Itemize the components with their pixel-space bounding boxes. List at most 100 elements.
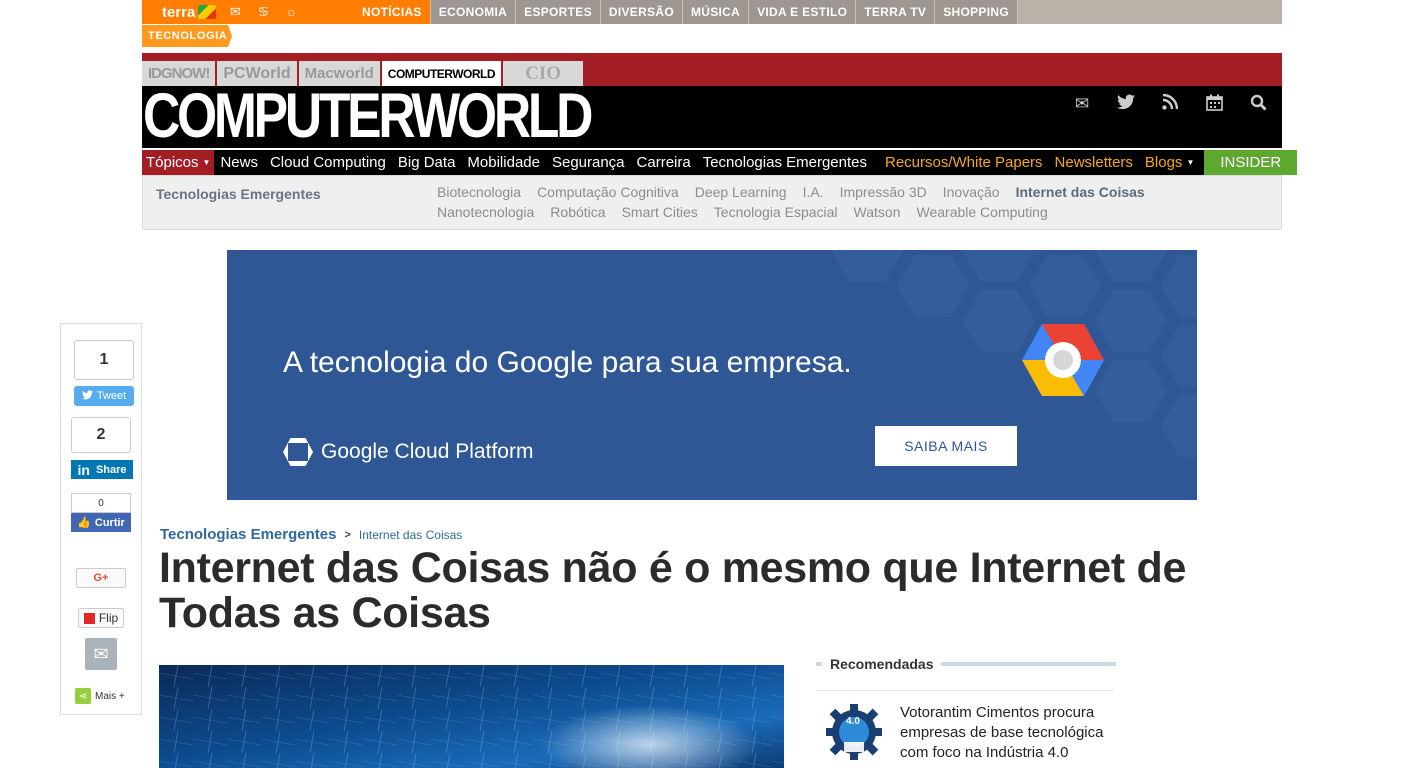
terra-nav: NOTÍCIAS ECONOMIA ESPORTES DIVERSÃO MÚSI… bbox=[354, 0, 1018, 24]
breadcrumb-separator: > bbox=[344, 528, 351, 541]
nav-recursos-white-papers[interactable]: Recursos/White Papers bbox=[879, 150, 1049, 175]
tweet-count: 1 bbox=[74, 340, 134, 380]
hex-pattern bbox=[1095, 250, 1167, 282]
caret-down-icon: ▼ bbox=[202, 158, 211, 167]
share-icon: ⋖ bbox=[75, 688, 91, 704]
mail-icon[interactable]: ✉ bbox=[226, 5, 244, 19]
google-plus-button[interactable]: G+ bbox=[76, 568, 126, 588]
recommended-item-title[interactable]: Votorantim Cimentos procura empresas de … bbox=[900, 703, 1120, 763]
calendar-icon[interactable] bbox=[1202, 94, 1226, 114]
header-icons: ✉ bbox=[1070, 93, 1270, 114]
terra-nav-vida-e-estilo[interactable]: VIDA E ESTILO bbox=[749, 0, 857, 24]
search-icon[interactable] bbox=[1246, 94, 1270, 114]
tweet-button[interactable]: Tweet bbox=[74, 386, 134, 406]
hex-pattern bbox=[1161, 325, 1197, 387]
subnav-link-biotecnologia[interactable]: Biotecnologia bbox=[437, 184, 521, 201]
subnav-link-computacao-cognitiva[interactable]: Computação Cognitiva bbox=[537, 184, 679, 201]
tweet-label: Tweet bbox=[96, 390, 127, 402]
rec-thumb-badge: 4.0 bbox=[846, 716, 860, 727]
subnav-link-inovacao[interactable]: Inovação bbox=[943, 184, 1000, 201]
facebook-count: 0 bbox=[71, 493, 131, 513]
weather-icon[interactable]: ☼ bbox=[282, 5, 300, 19]
subnav-title[interactable]: Tecnologias Emergentes bbox=[156, 186, 321, 202]
heading-bar bbox=[941, 662, 1116, 666]
terra-nav-shopping[interactable]: SHOPPING bbox=[935, 0, 1018, 24]
subnav-link-nanotecnologia[interactable]: Nanotecnologia bbox=[437, 204, 534, 221]
google-cloud-logo-icon bbox=[1022, 324, 1104, 396]
nav-topicos-label: Tópicos bbox=[146, 154, 199, 171]
nav-insider[interactable]: INSIDER bbox=[1202, 150, 1298, 175]
facebook-like-label: Curtir bbox=[94, 516, 125, 529]
nav-blogs-label: Blogs bbox=[1144, 154, 1183, 171]
subnav-link-deep-learning[interactable]: Deep Learning bbox=[695, 184, 787, 201]
subnav-link-watson[interactable]: Watson bbox=[854, 204, 901, 221]
terra-logo[interactable]: terra bbox=[162, 4, 217, 21]
horoscope-icon[interactable]: ♋ bbox=[254, 5, 272, 19]
linkedin-count: 2 bbox=[71, 417, 131, 453]
subnav-links: Biotecnologia Computação Cognitiva Deep … bbox=[437, 184, 1237, 221]
linkedin-share-label: Share bbox=[95, 463, 127, 476]
nav-carreira[interactable]: Carreira bbox=[631, 150, 697, 175]
breadcrumb: Tecnologias Emergentes > Internet das Co… bbox=[160, 526, 462, 543]
terra-nav-diversao[interactable]: DIVERSÃO bbox=[600, 0, 683, 24]
nav-newsletters[interactable]: Newsletters bbox=[1049, 150, 1139, 175]
ad-headline[interactable]: A tecnologia do Google para sua empresa. bbox=[283, 346, 852, 380]
subnav-link-ia[interactable]: I.A. bbox=[803, 184, 824, 201]
industry-4-gear-icon[interactable] bbox=[818, 704, 890, 760]
terra-logo-block: terra ✉ ♋ ☼ bbox=[142, 0, 354, 24]
hex-pattern bbox=[1095, 360, 1167, 422]
hex-pattern bbox=[963, 250, 1035, 282]
email-share-button[interactable]: ✉ bbox=[85, 638, 117, 670]
facebook-like-button[interactable]: 👍 Curtir bbox=[71, 513, 131, 532]
terra-nav-terra-tv[interactable]: TERRA TV bbox=[856, 0, 936, 24]
hex-pattern bbox=[831, 250, 903, 282]
ad-brand-label: Google Cloud Platform bbox=[321, 440, 534, 463]
more-label: Mais + bbox=[95, 690, 125, 702]
hex-pattern bbox=[897, 255, 969, 317]
more-share-button[interactable]: ⋖ Mais + bbox=[75, 688, 125, 704]
article-title: Internet das Coisas não é o mesmo que In… bbox=[159, 544, 1187, 637]
subnav-link-smart-cities[interactable]: Smart Cities bbox=[622, 204, 698, 221]
hex-pattern bbox=[1161, 255, 1197, 317]
mail-icon[interactable]: ✉ bbox=[1070, 94, 1094, 114]
linkedin-share-button[interactable]: in Share bbox=[71, 460, 133, 479]
nav-big-data[interactable]: Big Data bbox=[392, 150, 462, 175]
section-tab-tecnologia[interactable]: TECNOLOGIA bbox=[142, 25, 232, 47]
breadcrumb-section[interactable]: Tecnologias Emergentes bbox=[160, 526, 336, 543]
terra-nav-musica[interactable]: MÚSICA bbox=[682, 0, 750, 24]
recommended-label: Recomendadas bbox=[830, 656, 934, 672]
terra-top-bar: terra ✉ ♋ ☼ NOTÍCIAS ECONOMIA ESPORTES D… bbox=[142, 0, 1282, 24]
nav-cloud-computing[interactable]: Cloud Computing bbox=[264, 150, 392, 175]
nav-topicos[interactable]: Tópicos ▼ bbox=[142, 150, 215, 175]
subnav-link-robotica[interactable]: Robótica bbox=[550, 204, 605, 221]
site-logo[interactable]: COMPUTERWORLD bbox=[143, 82, 593, 150]
breadcrumb-topic[interactable]: Internet das Coisas bbox=[359, 528, 462, 542]
caret-down-icon: ▼ bbox=[1186, 158, 1195, 167]
rss-icon[interactable] bbox=[1158, 93, 1182, 114]
twitter-icon[interactable] bbox=[1114, 94, 1138, 114]
nav-news[interactable]: News bbox=[214, 150, 264, 175]
hex-pattern bbox=[1029, 255, 1101, 317]
hex-pattern bbox=[1095, 290, 1167, 352]
subnav-link-wearable-computing[interactable]: Wearable Computing bbox=[917, 204, 1048, 221]
ad-brand[interactable]: Google Cloud Platform bbox=[283, 438, 533, 466]
nav-blogs[interactable]: Blogs ▼ bbox=[1139, 150, 1200, 175]
subnav-link-impressao-3d[interactable]: Impressão 3D bbox=[840, 184, 927, 201]
nav-seguranca[interactable]: Segurança bbox=[546, 150, 631, 175]
terra-nav-esportes[interactable]: ESPORTES bbox=[516, 0, 601, 24]
subnav-link-internet-das-coisas[interactable]: Internet das Coisas bbox=[1016, 184, 1145, 201]
terra-cube-icon bbox=[198, 5, 217, 19]
subnav-link-tecnologia-espacial[interactable]: Tecnologia Espacial bbox=[714, 204, 838, 221]
nav-mobilidade[interactable]: Mobilidade bbox=[461, 150, 546, 175]
flip-label: Flip bbox=[98, 611, 119, 625]
google-cloud-icon bbox=[283, 438, 313, 466]
flipboard-icon bbox=[83, 612, 95, 624]
main-nav: Tópicos ▼ News Cloud Computing Big Data M… bbox=[142, 150, 1298, 175]
hex-pattern bbox=[1161, 395, 1197, 457]
terra-nav-noticias[interactable]: NOTÍCIAS bbox=[354, 0, 431, 24]
flipboard-button[interactable]: Flip bbox=[78, 608, 124, 628]
nav-tecnologias-emergentes[interactable]: Tecnologias Emergentes bbox=[697, 150, 873, 175]
hero-glow bbox=[539, 705, 759, 768]
terra-nav-economia[interactable]: ECONOMIA bbox=[430, 0, 517, 24]
ad-cta-button[interactable]: SAIBA MAIS bbox=[875, 426, 1017, 466]
